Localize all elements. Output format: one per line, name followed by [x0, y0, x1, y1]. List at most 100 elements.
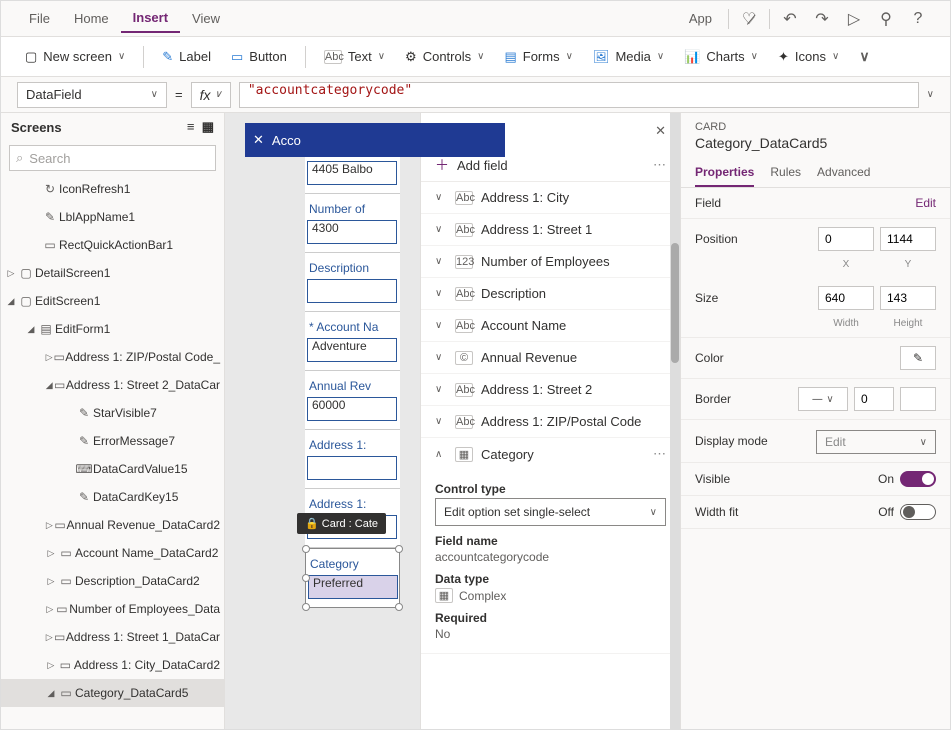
selection-handle[interactable] — [395, 603, 403, 611]
menu-insert[interactable]: Insert — [121, 4, 180, 33]
overflow-chevron[interactable]: ∨ — [851, 44, 877, 69]
share-icon[interactable]: ⚲ — [870, 9, 902, 29]
form-acct-input[interactable]: Adventure — [307, 338, 397, 362]
tree-node-dck[interactable]: ✎DataCardKey15 — [1, 483, 224, 511]
redo-icon[interactable]: ↷ — [806, 9, 838, 29]
form-street2-input[interactable] — [307, 456, 397, 480]
undo-icon[interactable]: ↶ — [774, 9, 806, 29]
card-icon: ▭ — [53, 630, 66, 644]
tab-advanced[interactable]: Advanced — [817, 159, 870, 187]
tree-scrollbar[interactable] — [670, 113, 680, 729]
border-width-input[interactable] — [854, 387, 894, 411]
abc-icon: Abc — [455, 415, 473, 429]
tree-node-category[interactable]: ◢▭Category_DataCard5 — [1, 679, 224, 707]
selection-handle[interactable] — [302, 574, 310, 582]
help-icon[interactable]: ? — [902, 10, 934, 28]
color-picker[interactable]: ✎ — [900, 346, 936, 370]
size-height-input[interactable] — [880, 286, 936, 310]
field-acctname[interactable]: ∨AbcAccount Name — [421, 310, 680, 341]
widthfit-toggle[interactable] — [900, 504, 936, 520]
forms-dropdown[interactable]: ▤Forms∨ — [496, 45, 580, 69]
field-street2[interactable]: ∨AbcAddress 1: Street 2 — [421, 374, 680, 405]
border-style-select[interactable]: — ∨ — [798, 387, 848, 411]
selection-handle[interactable] — [302, 545, 310, 553]
field-numemp[interactable]: ∨123Number of Employees — [421, 246, 680, 277]
form-acct-label: * Account Na — [307, 316, 398, 338]
controls-dropdown[interactable]: ⚙Controls∨ — [397, 45, 492, 69]
form-cat-input[interactable]: Preferred — [308, 575, 398, 599]
more-icon[interactable]: ⋯ — [653, 446, 666, 462]
media-icon: 🖼 — [593, 49, 610, 65]
menu-home[interactable]: Home — [62, 5, 121, 32]
tree-node-street1[interactable]: ▷▭Address 1: Street 1_DataCar — [1, 623, 224, 651]
search-icon: ⌕ — [16, 150, 23, 166]
selection-handle[interactable] — [395, 545, 403, 553]
charts-dropdown[interactable]: 📊Charts∨ — [676, 45, 766, 69]
selection-handle[interactable] — [302, 603, 310, 611]
complex-icon: ▦ — [435, 588, 453, 603]
tree-node-street2[interactable]: ◢▭Address 1: Street 2_DataCar — [1, 371, 224, 399]
button-button[interactable]: ▭Button — [223, 45, 295, 69]
tree-node-rectquick[interactable]: ▭RectQuickActionBar1 — [1, 231, 224, 259]
tree-node-acct[interactable]: ▷▭Account Name_DataCard2 — [1, 539, 224, 567]
tree-node-zip[interactable]: ▷▭Address 1: ZIP/Postal Code_ — [1, 343, 224, 371]
tab-rules[interactable]: Rules — [770, 159, 801, 187]
tree-filter-icon[interactable]: ≡ — [187, 119, 195, 134]
form-rev-input[interactable]: 60000 — [307, 397, 397, 421]
tree-node-dcv[interactable]: ⌨DataCardValue15 — [1, 455, 224, 483]
field-desc[interactable]: ∨AbcDescription — [421, 278, 680, 309]
tree-node-annual[interactable]: ▷▭Annual Revenue_DataCard2 — [1, 511, 224, 539]
fx-button[interactable]: fx∨ — [191, 82, 231, 108]
tree-node-star[interactable]: ✎StarVisible7 — [1, 399, 224, 427]
menu-app[interactable]: App — [677, 5, 724, 32]
tree-node-lblappname[interactable]: ✎LblAppName1 — [1, 203, 224, 231]
menu-file[interactable]: File — [17, 5, 62, 32]
position-x-input[interactable] — [818, 227, 874, 251]
property-select[interactable]: DataField∨ — [17, 82, 167, 108]
tree-node-editform[interactable]: ◢▤EditForm1 — [1, 315, 224, 343]
chevron-down-icon: ∨ — [435, 288, 447, 299]
icons-dropdown[interactable]: ✦Icons∨ — [770, 45, 847, 69]
tree-node-iconrefresh[interactable]: ↻IconRefresh1 — [1, 175, 224, 203]
text-dropdown[interactable]: AbcText∨ — [316, 45, 393, 68]
tab-properties[interactable]: Properties — [695, 159, 754, 187]
tree-grid-icon[interactable]: ▦ — [202, 119, 214, 134]
tree-node-desc[interactable]: ▷▭Description_DataCard2 — [1, 567, 224, 595]
tree-node-city[interactable]: ▷▭Address 1: City_DataCard2 — [1, 651, 224, 679]
field-revenue[interactable]: ∨©Annual Revenue — [421, 342, 680, 373]
data-type-value: Complex — [459, 589, 506, 603]
field-street1[interactable]: ∨AbcAddress 1: Street 1 — [421, 214, 680, 245]
diagnostics-icon[interactable]: ♡̷ — [733, 9, 765, 29]
tree-node-detailscreen[interactable]: ▷▢DetailScreen1 — [1, 259, 224, 287]
more-icon[interactable]: ⋯ — [653, 157, 666, 173]
play-icon[interactable]: ▷ — [838, 9, 870, 29]
tree-search-input[interactable]: ⌕Search — [9, 145, 216, 171]
position-y-input[interactable] — [880, 227, 936, 251]
tree-node-num[interactable]: ▷▭Number of Employees_Data — [1, 595, 224, 623]
new-screen-button[interactable]: ▢New screen∨ — [17, 45, 133, 69]
abc-icon: Abc — [455, 319, 473, 333]
field-zip[interactable]: ∨AbcAddress 1: ZIP/Postal Code — [421, 406, 680, 437]
close-icon[interactable]: ✕ — [655, 123, 666, 139]
menu-view[interactable]: View — [180, 5, 232, 32]
size-width-input[interactable] — [818, 286, 874, 310]
control-type-select[interactable]: Edit option set single-select∨ — [435, 498, 666, 526]
field-city[interactable]: ∨AbcAddress 1: City — [421, 182, 680, 213]
tree-node-editscreen[interactable]: ◢▢EditScreen1 — [1, 287, 224, 315]
form-numemp-input[interactable]: 4300 — [307, 220, 397, 244]
formula-expand-icon[interactable]: ∨ — [927, 89, 934, 100]
formula-input[interactable]: "accountcategorycode" — [239, 82, 919, 108]
field-category[interactable]: ∧▦Category⋯ — [421, 438, 680, 470]
media-dropdown[interactable]: 🖼Media∨ — [585, 45, 672, 69]
form-addr-value[interactable]: 4405 Balbo — [307, 161, 397, 185]
visible-toggle[interactable] — [900, 471, 936, 487]
border-label: Border — [695, 392, 731, 406]
form-desc-input[interactable] — [307, 279, 397, 303]
displaymode-select[interactable]: Edit∨ — [816, 430, 936, 454]
canvas[interactable]: ✕Acco 4405 Balbo Number of4300 Descripti… — [225, 113, 680, 729]
tree-node-err[interactable]: ✎ErrorMessage7 — [1, 427, 224, 455]
label-button[interactable]: ✎Label — [154, 45, 219, 69]
field-edit-link[interactable]: Edit — [915, 196, 936, 210]
border-color-picker[interactable] — [900, 387, 936, 411]
close-icon[interactable]: ✕ — [253, 132, 264, 148]
